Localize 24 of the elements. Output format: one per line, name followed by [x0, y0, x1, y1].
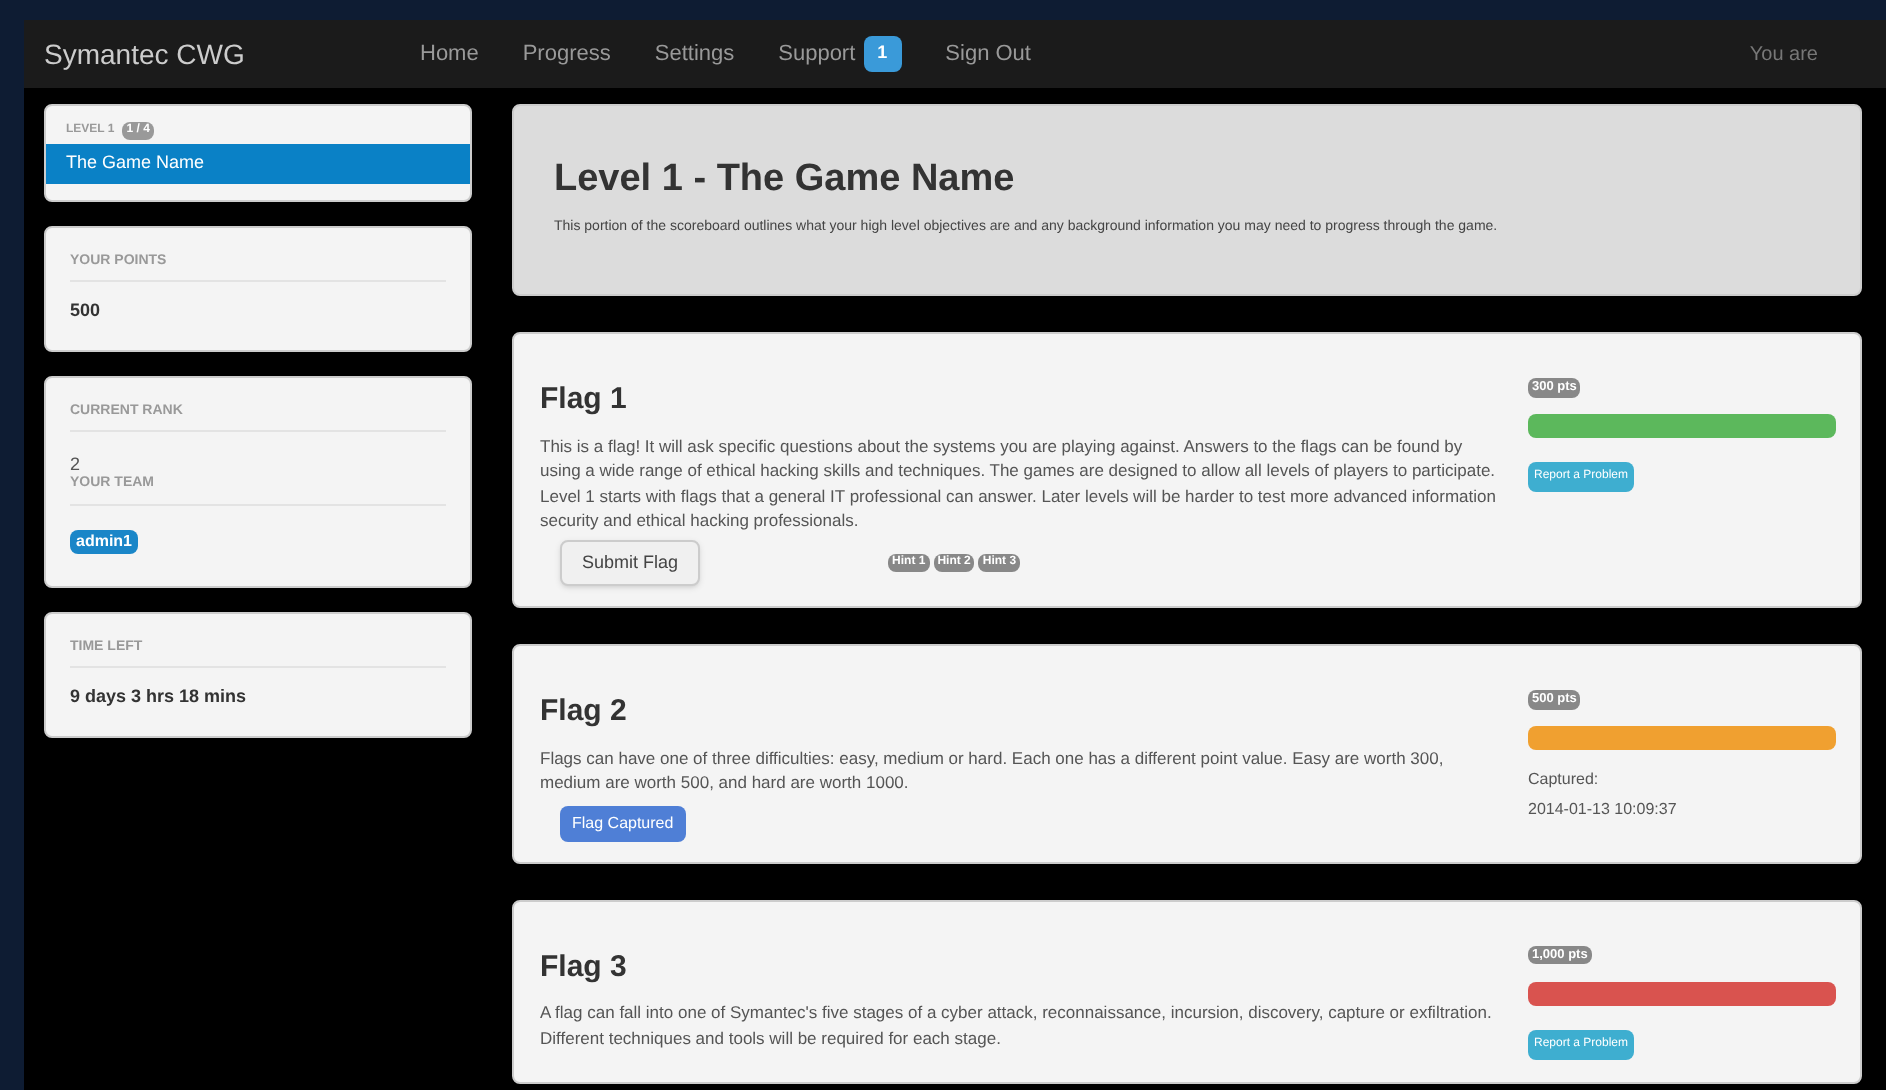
nav-link[interactable]: Progress — [522, 37, 611, 71]
nav-link[interactable]: Home — [420, 37, 479, 71]
captured-label: Captured: — [1528, 768, 1601, 792]
flag-description: This is a flag! It will ask specific questions about the systems you are playing against. Answers to the flags can be found by using a wide range of ethical hacking skills and techniques. The games are designed to allow all levels of players to participate. Level 1 starts with flags that a general IT professional can answer. Later levels will be harder to test more advanced information security and ethical hacking professionals. — [540, 433, 1498, 533]
flag-captured-button[interactable]: Flag Captured — [560, 805, 686, 841]
notification-badge: 1 — [863, 36, 902, 72]
level-title: Level 1 - The Game Name — [554, 160, 1017, 199]
captured-time: 2014-01-13 10:09:37 — [1528, 798, 1679, 822]
flag-title: Flag 1 — [540, 380, 629, 420]
flag-title: Flag 2 — [540, 692, 629, 732]
nav-link[interactable]: Sign Out — [945, 37, 1031, 71]
flag-description: Flags can have one of three difficulties: easy, medium or hard. Each one has a different point value. Easy are worth 300, medium are worth 500, and hard are worth 1000. — [540, 745, 1446, 795]
points-value: 500 — [70, 298, 103, 324]
flag-description: A flag can fall into one of Symantec's five stages of a cyber attack, reconnaissance, incursion, discovery, capture or exfiltration. Different techniques and tools will be required for each stage. — [540, 1000, 1494, 1050]
team-badge: admin1 — [70, 529, 139, 553]
rank-value: 2 — [70, 452, 83, 474]
brand[interactable]: Symantec CWG — [44, 33, 420, 75]
user-label: You are — [1749, 41, 1818, 69]
level-item[interactable]: The Game Name — [46, 144, 470, 183]
submit-flag-button[interactable]: Submit Flag — [560, 539, 701, 586]
flag-title: Flag 3 — [540, 947, 629, 987]
time-value: 9 days 3 hrs 18 mins — [70, 684, 249, 710]
nav-link[interactable]: Settings — [654, 37, 735, 71]
nav-link[interactable]: Support — [778, 37, 856, 71]
